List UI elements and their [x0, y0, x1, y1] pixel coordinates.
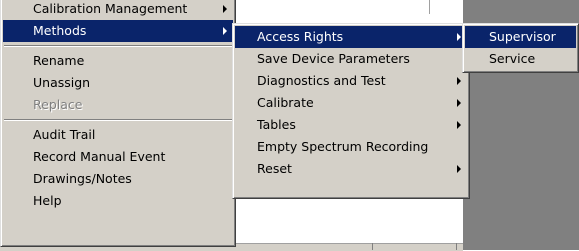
menu-item-save-device-parameters[interactable]: Save Device Parameters: [235, 48, 467, 70]
menu-item-label: Record Manual Event: [33, 149, 166, 164]
menu-separator: [3, 116, 233, 124]
menu-item-label: Rename: [33, 53, 85, 68]
menu-item-label: Methods: [33, 23, 87, 38]
menu-item-replace: Replace: [3, 94, 233, 116]
menu-item-label: Reset: [257, 161, 292, 176]
menu-item-label: Save Device Parameters: [257, 51, 410, 66]
menu-item-label: Tables: [257, 117, 296, 132]
menu-item-label: Access Rights: [257, 29, 344, 44]
menu-item-label: Help: [33, 193, 62, 208]
menu-item-label: Service: [489, 51, 536, 66]
menu-item-label: Diagnostics and Test: [257, 73, 386, 88]
menu-item-reset[interactable]: Reset: [235, 158, 467, 180]
menu-item-calibration-management[interactable]: Calibration Management: [3, 0, 233, 20]
submenu-arrow-icon: [457, 165, 461, 173]
window-divider: [429, 0, 430, 14]
menu-item-label: Replace: [33, 97, 83, 112]
access-rights-submenu: Supervisor Service: [462, 23, 579, 73]
menu-item-service[interactable]: Service: [465, 48, 576, 70]
menu-item-label: Calibrate: [257, 95, 314, 110]
submenu-arrow-icon: [223, 5, 227, 13]
menu-item-record-manual-event[interactable]: Record Manual Event: [3, 146, 233, 168]
menu-item-supervisor[interactable]: Supervisor: [465, 26, 576, 48]
menu-item-label: Supervisor: [489, 29, 556, 44]
menu-item-unassign[interactable]: Unassign: [3, 72, 233, 94]
menu-item-label: Audit Trail: [33, 127, 96, 142]
menu-item-label: Drawings/Notes: [33, 171, 132, 186]
menu-item-access-rights[interactable]: Access Rights: [235, 26, 467, 48]
submenu-arrow-icon: [457, 77, 461, 85]
context-menu: Calibration Management Methods Rename Un…: [0, 0, 236, 247]
scrollbar-divider: [456, 243, 457, 250]
menu-item-tables[interactable]: Tables: [235, 114, 467, 136]
menu-item-label: Unassign: [33, 75, 91, 90]
menu-item-diagnostics-and-test[interactable]: Diagnostics and Test: [235, 70, 467, 92]
menu-item-audit-trail[interactable]: Audit Trail: [3, 124, 233, 146]
menu-separator: [3, 42, 233, 50]
submenu-arrow-icon: [457, 33, 461, 41]
menu-item-help[interactable]: Help: [3, 190, 233, 212]
menu-item-drawings-notes[interactable]: Drawings/Notes: [3, 168, 233, 190]
menu-item-empty-spectrum-recording[interactable]: Empty Spectrum Recording: [235, 136, 467, 158]
submenu-arrow-icon: [223, 27, 227, 35]
methods-submenu: Access Rights Save Device Parameters Dia…: [232, 23, 470, 199]
submenu-arrow-icon: [457, 99, 461, 107]
scrollbar-divider: [372, 243, 373, 250]
menu-item-label: Calibration Management: [33, 1, 188, 16]
menu-item-label: Empty Spectrum Recording: [257, 139, 429, 154]
submenu-arrow-icon: [457, 121, 461, 129]
menu-item-calibrate[interactable]: Calibrate: [235, 92, 467, 114]
menu-item-rename[interactable]: Rename: [3, 50, 233, 72]
menu-item-methods[interactable]: Methods: [3, 20, 233, 42]
